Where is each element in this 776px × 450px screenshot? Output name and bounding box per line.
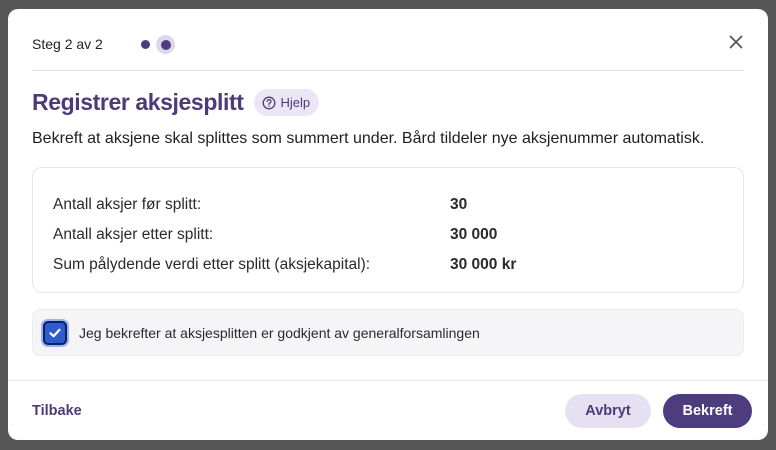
split-dialog: Steg 2 av 2 Registrer aksjesplitt Hjelp … <box>8 9 768 440</box>
step-progress-dots <box>141 35 175 54</box>
help-button[interactable]: Hjelp <box>254 89 320 116</box>
close-button[interactable] <box>728 34 744 50</box>
summary-row: Sum pålydende verdi etter splitt (aksjek… <box>53 250 723 280</box>
back-link[interactable]: Tilbake <box>32 403 82 419</box>
step-dot-2 <box>156 35 175 54</box>
confirm-checkbox[interactable] <box>43 320 67 345</box>
split-summary-box: Antall aksjer før splitt: 30 Antall aksj… <box>32 167 744 293</box>
step-dot-1 <box>141 40 150 49</box>
confirm-checkbox-label[interactable]: Jeg bekrefter at aksjesplitten er godkje… <box>79 325 480 341</box>
summary-row: Antall aksjer etter splitt: 30 000 <box>53 220 723 250</box>
summary-label: Sum pålydende verdi etter splitt (aksjek… <box>53 256 371 273</box>
check-icon <box>49 328 61 337</box>
confirm-button[interactable]: Bekreft <box>663 394 752 428</box>
cancel-button[interactable]: Avbryt <box>565 394 651 428</box>
dialog-description: Bekreft at aksjene skal splittes som sum… <box>32 130 705 147</box>
summary-label: Antall aksjer før splitt: <box>53 196 202 213</box>
summary-value: 30 <box>450 196 468 213</box>
summary-value: 30 000 <box>450 226 498 243</box>
step-indicator-label: Steg 2 av 2 <box>32 36 103 52</box>
dialog-title: Registrer aksjesplitt <box>32 89 244 115</box>
question-circle-icon <box>263 96 276 109</box>
title-row: Registrer aksjesplitt Hjelp <box>32 89 320 116</box>
dialog-footer: Tilbake Avbryt Bekreft <box>8 380 768 440</box>
help-button-label: Hjelp <box>280 95 311 110</box>
summary-value: 30 000 kr <box>450 256 517 273</box>
dialog-header: Steg 2 av 2 <box>32 9 744 71</box>
close-icon <box>729 35 743 49</box>
confirmation-row[interactable]: Jeg bekrefter at aksjesplitten er godkje… <box>32 309 744 356</box>
summary-label: Antall aksjer etter splitt: <box>53 226 214 243</box>
summary-row: Antall aksjer før splitt: 30 <box>53 190 723 220</box>
